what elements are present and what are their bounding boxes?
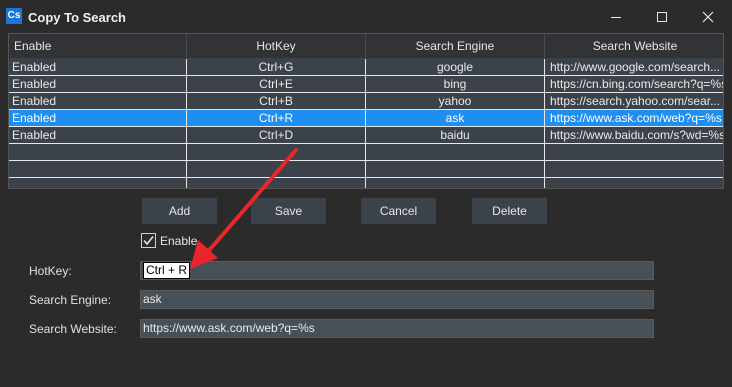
annotation-arrow [190,148,298,269]
